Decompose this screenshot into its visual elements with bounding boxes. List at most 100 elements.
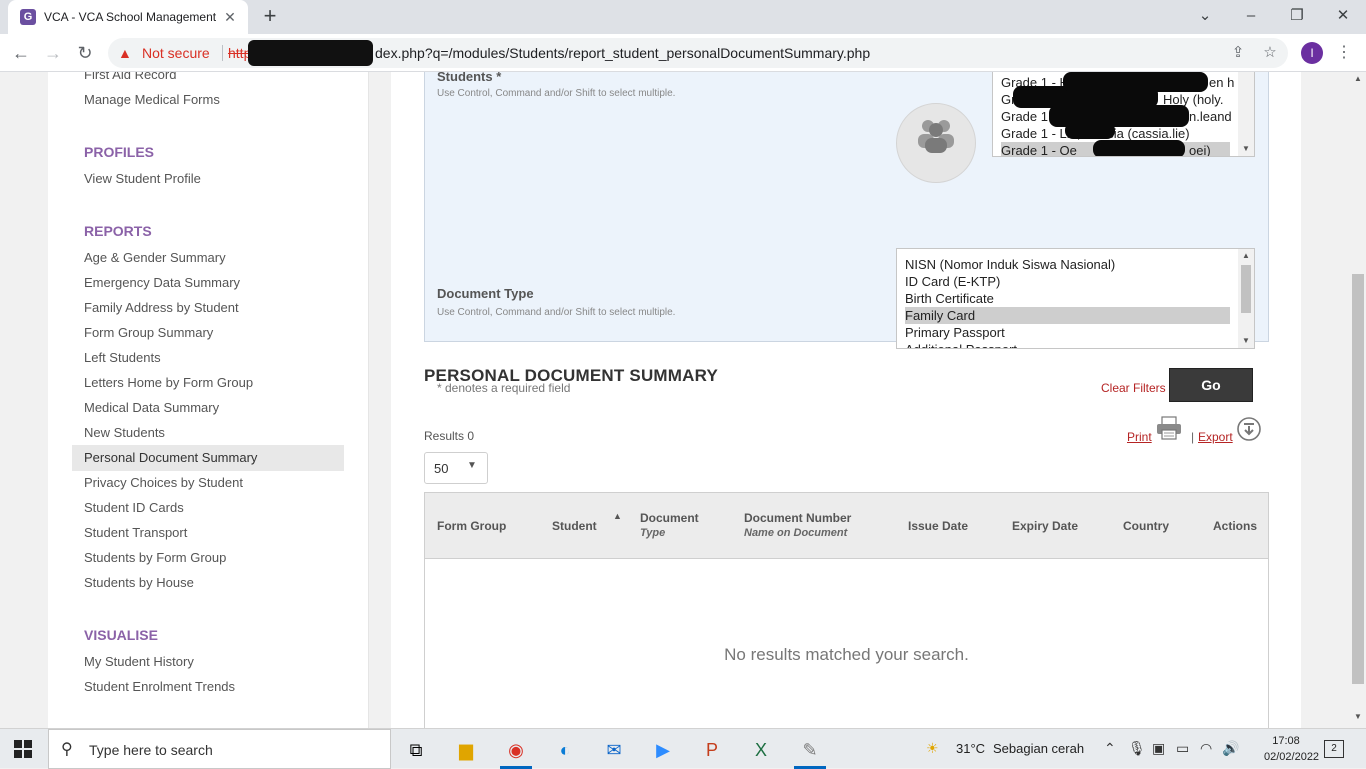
link-separator: | [1191,430,1195,444]
sidebar-heading-profiles: PROFILES [84,144,155,160]
minimize-button[interactable]: – [1228,0,1274,34]
windows-start-icon[interactable] [14,740,32,758]
sidebar-item-left-students[interactable]: Left Students [72,345,344,371]
column-student[interactable]: Student [552,519,597,533]
weather-temperature[interactable]: 31°C [956,741,985,756]
file-explorer-icon[interactable]: ▆ [444,733,488,767]
students-label: Students * [437,72,502,84]
paint-icon[interactable]: ✎ [788,733,832,769]
page-scrollbar-thumb[interactable] [1352,274,1364,684]
excel-icon[interactable]: X [739,733,783,767]
student-option[interactable]: Grade 1 - [1001,108,1056,125]
wifi-icon[interactable]: ◠ [1200,740,1212,757]
page-scrollbar[interactable]: ▲ ▼ [1350,72,1366,728]
students-multiselect[interactable]: Grade 1 - H Grade 1 - Grade 1 - Grade 1 … [992,72,1255,157]
reload-icon[interactable]: ↻ [72,40,98,66]
browser-tab[interactable]: G VCA - VCA School Management ✕ [8,0,248,34]
go-button[interactable]: Go [1169,368,1253,402]
task-view-icon[interactable]: ⧉ [394,733,438,767]
scroll-down-arrow-icon[interactable]: ▼ [1238,334,1254,348]
sidebar-item-form-group-summary[interactable]: Form Group Summary [72,320,344,346]
document-type-option[interactable]: ID Card (E-KTP) [905,273,1000,290]
powerpoint-icon[interactable]: P [690,733,734,767]
download-icon[interactable] [1236,416,1262,442]
clear-filters-link[interactable]: Clear Filters [1101,381,1166,395]
document-type-option[interactable]: Additional Passport [905,341,1017,348]
not-secure-label[interactable]: Not secure [142,45,210,61]
edge-icon[interactable]: ◐ [543,733,587,767]
sidebar-item-emergency-data-summary[interactable]: Emergency Data Summary [72,270,344,296]
back-arrow-icon[interactable]: ← [8,40,34,66]
sidebar-item-personal-document-summary[interactable]: Personal Document Summary [72,445,344,471]
sidebar-item-my-student-history[interactable]: My Student History [72,649,344,675]
print-link[interactable]: Print [1127,430,1152,444]
forward-arrow-icon[interactable]: → [40,40,66,66]
search-icon: ⚲ [61,741,73,758]
sidebar-item-view-student-profile[interactable]: View Student Profile [72,166,344,192]
chrome-icon[interactable]: ◉ [494,733,538,769]
profile-avatar[interactable]: I [1301,42,1323,64]
document-type-multiselect[interactable]: NISN (Nomor Induk Siswa Nasional) ID Car… [896,248,1255,349]
sidebar-item-student-id-cards[interactable]: Student ID Cards [72,495,344,521]
students-help-text: Use Control, Command and/or Shift to sel… [437,88,676,99]
column-document-number[interactable]: Document Number Name on Document [744,511,851,539]
sidebar-item-new-students[interactable]: New Students [72,420,344,446]
weather-sun-icon[interactable]: ☀ [926,740,939,757]
zoom-icon[interactable]: ▶ [641,733,685,767]
scrollbar-thumb[interactable] [1241,265,1251,313]
document-type-scrollbar[interactable]: ▲ ▼ [1238,249,1254,348]
scroll-down-arrow-icon[interactable]: ▼ [1238,142,1254,156]
sidebar-item-privacy-choices-by-student[interactable]: Privacy Choices by Student [72,470,344,496]
sidebar-item-student-transport[interactable]: Student Transport [72,520,344,546]
sidebar-item-letters-home-by-form-group[interactable]: Letters Home by Form Group [72,370,344,396]
sidebar-item-students-by-house[interactable]: Students by House [72,570,344,596]
volume-icon[interactable]: 🔊 [1222,740,1239,757]
scroll-up-arrow-icon[interactable]: ▲ [1350,74,1366,83]
tab-close-icon[interactable]: ✕ [220,7,240,27]
document-type-option[interactable]: Primary Passport [905,324,1005,341]
restore-button[interactable]: ❐ [1274,0,1320,34]
close-window-button[interactable]: ✕ [1320,0,1366,34]
share-icon[interactable]: ⇪ [1228,43,1248,63]
export-link[interactable]: Export [1198,430,1233,444]
sidebar-item-student-enrolment-trends[interactable]: Student Enrolment Trends [72,674,344,700]
taskbar-search-box[interactable]: ⚲ Type here to search [48,729,391,769]
weather-description[interactable]: Sebagian cerah [993,741,1084,756]
redacted-student-name [1093,140,1185,156]
sidebar-item-medical-data-summary[interactable]: Medical Data Summary [72,395,344,421]
printer-icon[interactable] [1156,416,1182,440]
new-tab-button[interactable]: + [258,5,282,29]
tab-search-chevron-icon[interactable]: ⌄ [1182,0,1228,34]
scroll-up-arrow-icon[interactable]: ▲ [1238,249,1254,263]
students-scrollbar[interactable]: ▼ [1238,72,1254,156]
column-document-number-label: Document Number [744,511,852,525]
sidebar-item-family-address-by-student[interactable]: Family Address by Student [72,295,344,321]
column-form-group[interactable]: Form Group [437,519,506,533]
show-hidden-icons-chevron-icon[interactable]: ⌃ [1104,740,1116,757]
page-size-select[interactable]: 50 ▼ [424,452,488,484]
notification-center-icon[interactable]: 2 [1324,740,1344,758]
results-count: Results 0 [424,429,475,443]
sidebar-item-students-by-form-group[interactable]: Students by Form Group [72,545,344,571]
sidebar-item-first-aid-record[interactable]: First Aid Record [72,72,344,88]
microphone-icon[interactable]: 🎙 [1128,740,1146,757]
url-text: dex.php?q=/modules/Students/report_stude… [375,45,871,61]
sort-ascending-icon[interactable]: ▲ [613,511,622,521]
document-type-option[interactable]: NISN (Nomor Induk Siswa Nasional) [905,256,1115,273]
document-type-option-selected[interactable]: Family Card [905,307,1230,324]
column-document[interactable]: Document Type [640,511,699,539]
document-type-option[interactable]: Birth Certificate [905,290,994,307]
sidebar-item-age-gender-summary[interactable]: Age & Gender Summary [72,245,344,271]
scroll-down-arrow-icon[interactable]: ▼ [1350,712,1366,721]
battery-icon[interactable]: ▭ [1176,740,1189,757]
column-country[interactable]: Country [1123,519,1169,533]
taskbar-clock[interactable]: 17:08 02/02/2022 [1264,733,1319,765]
meet-now-icon[interactable]: ▣ [1152,740,1165,757]
column-issue-date[interactable]: Issue Date [908,519,968,533]
bookmark-star-icon[interactable]: ☆ [1260,43,1280,63]
mail-icon[interactable]: ✉ [592,733,636,767]
address-bar[interactable]: ▲ Not secure http dex.php?q=/modules/Stu… [108,38,1288,68]
browser-menu-icon[interactable]: ⋮ [1334,41,1354,65]
sidebar-item-manage-medical-forms[interactable]: Manage Medical Forms [72,87,344,113]
column-expiry-date[interactable]: Expiry Date [1012,519,1078,533]
